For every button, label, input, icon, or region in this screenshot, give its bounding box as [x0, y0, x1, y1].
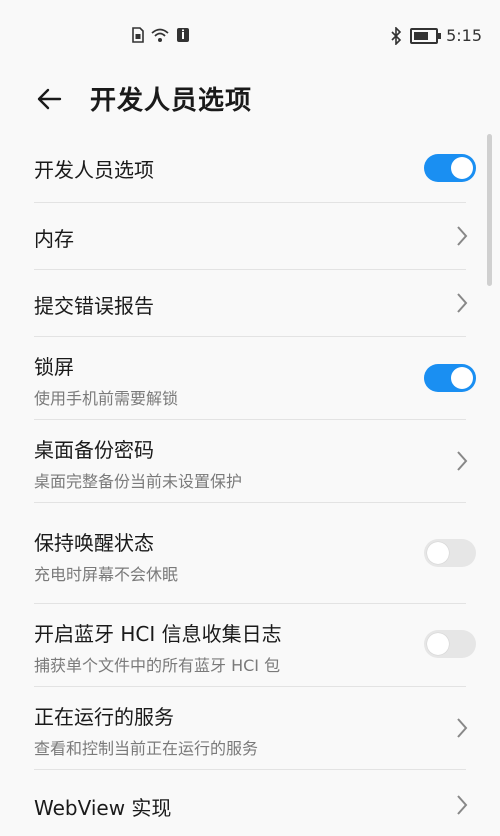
chevron-right-icon [457, 718, 468, 738]
stay-awake-toggle[interactable] [424, 539, 476, 567]
setting-title: 开发人员选项 [34, 158, 154, 182]
back-arrow-icon[interactable] [34, 84, 64, 114]
status-bar: 5:15 [0, 0, 500, 76]
battery-icon [410, 27, 442, 44]
setting-bug-report[interactable]: 提交错误报告 [34, 270, 468, 337]
page-title: 开发人员选项 [90, 86, 253, 116]
setting-title: 锁屏 [34, 355, 74, 379]
setting-title: 提交错误报告 [34, 294, 154, 318]
setting-subtitle: 查看和控制当前正在运行的服务 [34, 739, 259, 758]
settings-list: 开发人员选项 内存 提交错误报告 锁屏 使用手机前需要解锁 桌面备份密码 桌面完… [0, 136, 500, 836]
setting-subtitle: 桌面完整备份当前未设置保护 [34, 472, 243, 491]
chevron-right-icon [457, 795, 468, 815]
setting-title: 开启蓝牙 HCI 信息收集日志 [34, 622, 282, 646]
battery-level [414, 31, 429, 40]
setting-title: 保持唤醒状态 [34, 531, 154, 555]
setting-memory[interactable]: 内存 [34, 203, 468, 270]
setting-lock-screen[interactable]: 锁屏 使用手机前需要解锁 [34, 337, 476, 420]
bluetooth-hci-log-toggle[interactable] [424, 630, 476, 658]
status-icons-left [132, 27, 190, 43]
status-time: 5:15 [446, 26, 482, 45]
setting-title: 内存 [34, 227, 74, 251]
app-header: 开发人员选项 [0, 76, 500, 136]
setting-running-services[interactable]: 正在运行的服务 查看和控制当前正在运行的服务 [34, 687, 468, 770]
sim-icon [132, 27, 144, 43]
lock-screen-toggle[interactable] [424, 364, 476, 392]
status-icons-right: 5:15 [390, 26, 482, 45]
chevron-right-icon [457, 226, 468, 246]
setting-desktop-backup-password[interactable]: 桌面备份密码 桌面完整备份当前未设置保护 [34, 420, 468, 503]
wifi-icon [151, 28, 169, 42]
setting-subtitle: 使用手机前需要解锁 [34, 389, 179, 408]
bluetooth-icon [391, 26, 402, 45]
setting-title: WebView 实现 [34, 796, 172, 820]
chevron-right-icon [457, 451, 468, 471]
chevron-right-icon [457, 293, 468, 313]
setting-stay-awake[interactable]: 保持唤醒状态 充电时屏幕不会休眠 [34, 503, 476, 604]
setting-title: 正在运行的服务 [34, 705, 174, 729]
setting-subtitle: 充电时屏幕不会休眠 [34, 565, 179, 584]
setting-developer-options[interactable]: 开发人员选项 [34, 136, 476, 203]
setting-title: 桌面备份密码 [34, 438, 154, 462]
developer-options-toggle[interactable] [424, 154, 476, 182]
notification-icon [177, 28, 189, 42]
setting-subtitle: 捕获单个文件中的所有蓝牙 HCI 包 [34, 656, 281, 675]
setting-webview-implementation[interactable]: WebView 实现 [34, 770, 468, 836]
setting-bluetooth-hci-log[interactable]: 开启蓝牙 HCI 信息收集日志 捕获单个文件中的所有蓝牙 HCI 包 [34, 604, 476, 687]
